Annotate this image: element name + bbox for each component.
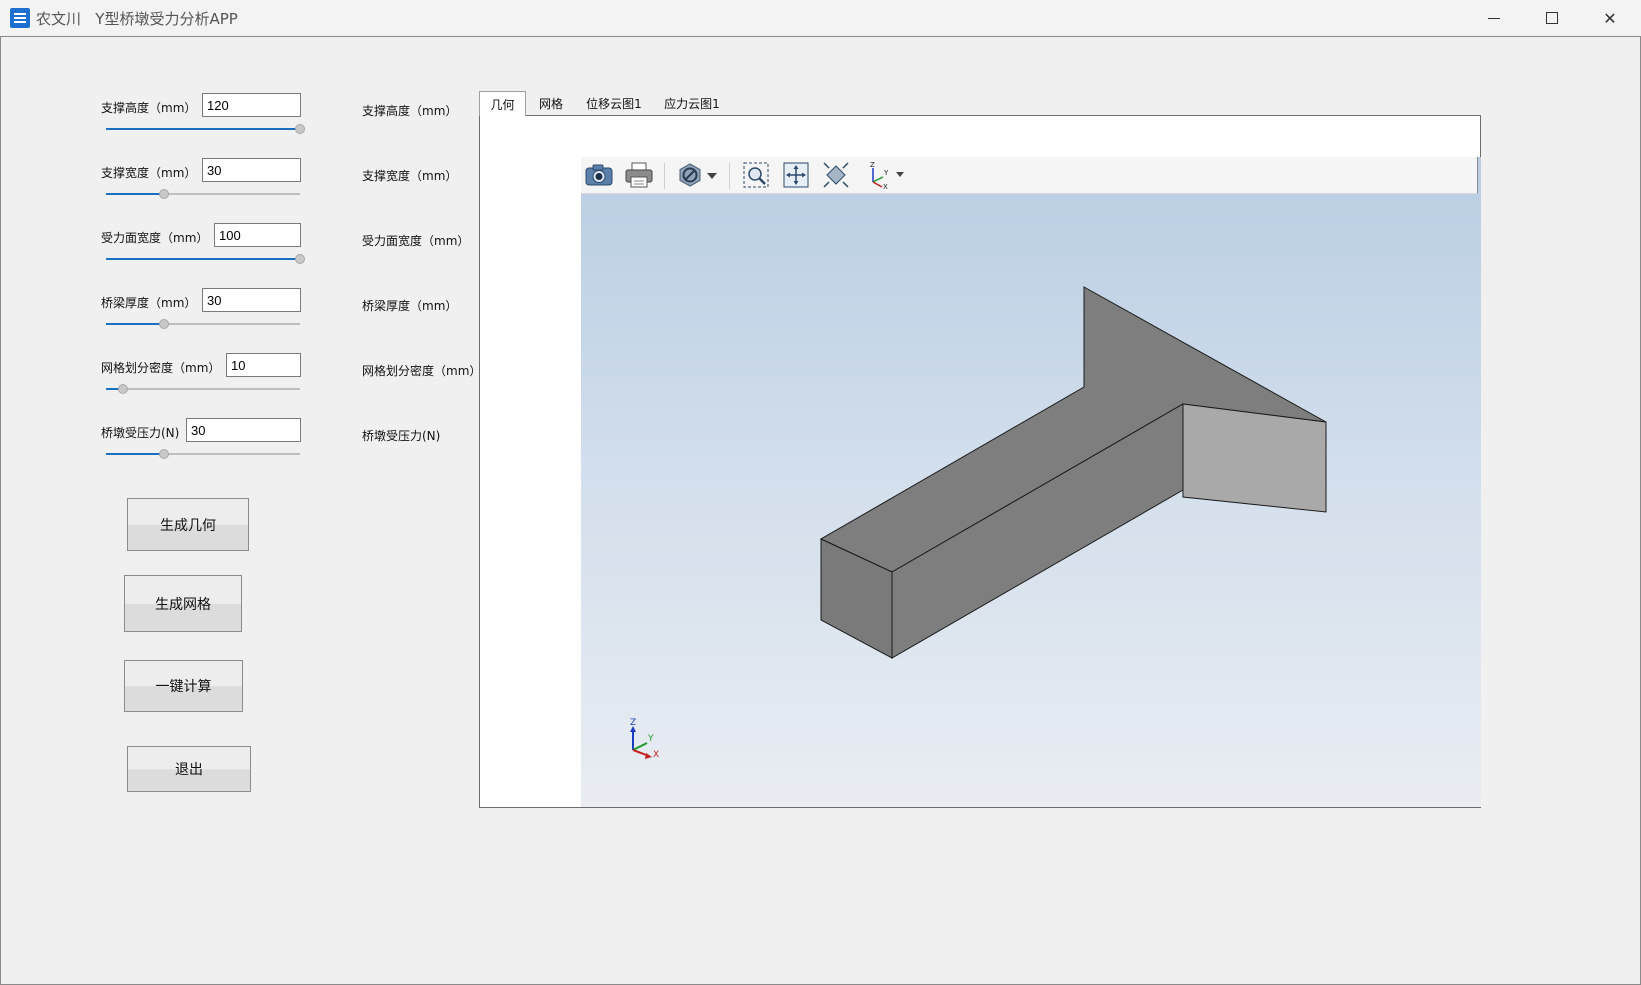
3d-viewport[interactable]: Z Y X [581,194,1481,807]
slider-handle[interactable] [295,124,305,134]
exit-button[interactable]: 退出 [127,746,251,792]
close-icon: ✕ [1603,8,1617,28]
beam-thickness-slider[interactable] [106,319,300,329]
support-width-slider[interactable] [106,189,300,199]
y-pier-geometry [819,286,1327,659]
svg-text:X: X [883,183,888,190]
support-height-input[interactable] [202,93,301,117]
generate-geometry-button[interactable]: 生成几何 [127,498,249,551]
load-face-width-slider[interactable] [106,254,305,264]
generate-mesh-button[interactable]: 生成网格 [124,575,242,632]
param-label-pier-load: 桥墩受压力(N) [101,426,180,440]
tab-mesh[interactable]: 网格 [530,91,572,116]
viewer-toolbar: Z Y X [581,157,1478,194]
axis-triad: Z Y X [630,718,659,760]
title-bar: 农文川 Y型桥墩受力分析APP ✕ [0,0,1641,36]
maximize-button[interactable] [1524,0,1580,36]
param-label-support-width: 支撑宽度（mm） [101,166,197,180]
mid-label-beam-thickness: 桥梁厚度（mm） [362,299,458,313]
param-label-load-face-width: 受力面宽度（mm） [101,231,209,245]
camera-icon[interactable] [583,160,615,190]
minimize-icon [1488,17,1500,19]
slider-handle[interactable] [159,449,170,459]
slider-handle[interactable] [159,319,170,329]
slider-handle[interactable] [159,189,170,199]
support-width-input[interactable] [202,158,301,182]
svg-text:Y: Y [883,169,889,177]
axis-y-label: Y [647,734,654,744]
compute-button[interactable]: 一键计算 [124,660,243,712]
display-mode-icon[interactable] [675,160,705,190]
minimize-button[interactable] [1466,0,1522,36]
mid-label-mesh-density: 网格划分密度（mm） [362,364,482,378]
window-title: 农文川 Y型桥墩受力分析APP [36,10,238,28]
tab-geometry[interactable]: 几何 [479,91,526,116]
mid-label-support-height: 支撑高度（mm） [362,104,458,118]
param-label-mesh-density: 网格划分密度（mm） [101,361,221,375]
dropdown-arrow-icon[interactable] [705,160,719,190]
svg-text:Z: Z [870,161,875,169]
param-label-beam-thickness: 桥梁厚度（mm） [101,296,197,310]
beam-thickness-input[interactable] [202,288,301,312]
printer-icon[interactable] [623,160,655,190]
axis-z-label: Z [630,718,636,728]
pier-load-input[interactable] [186,418,301,442]
param-label-support-height: 支撑高度（mm） [101,101,197,115]
fit-view-icon[interactable] [821,160,851,190]
support-height-slider[interactable] [106,124,305,134]
pier-load-slider[interactable] [106,449,300,459]
app-icon [10,8,30,28]
slider-handle[interactable] [118,384,129,394]
tab-stress[interactable]: 应力云图1 [660,91,724,116]
zoom-box-icon[interactable] [741,160,771,190]
mid-label-load-face-width: 受力面宽度（mm） [362,234,470,248]
axis-x-label: X [653,750,659,760]
slider-handle[interactable] [295,254,305,264]
maximize-icon [1546,12,1558,24]
3d-viewer[interactable]: Z Y X Z Y X [581,157,1481,807]
mid-label-pier-load: 桥墩受压力(N) [362,429,441,443]
tab-displacement[interactable]: 位移云图1 [582,91,646,116]
mesh-density-slider[interactable] [106,384,300,394]
pier-head-face [1182,403,1327,513]
mid-label-support-width: 支撑宽度（mm） [362,169,458,183]
close-button[interactable]: ✕ [1582,0,1638,36]
load-face-width-input[interactable] [214,223,301,247]
pan-icon[interactable] [781,160,811,190]
mesh-density-input[interactable] [226,353,301,377]
axes-orientation-icon[interactable]: Z Y X [861,160,907,191]
